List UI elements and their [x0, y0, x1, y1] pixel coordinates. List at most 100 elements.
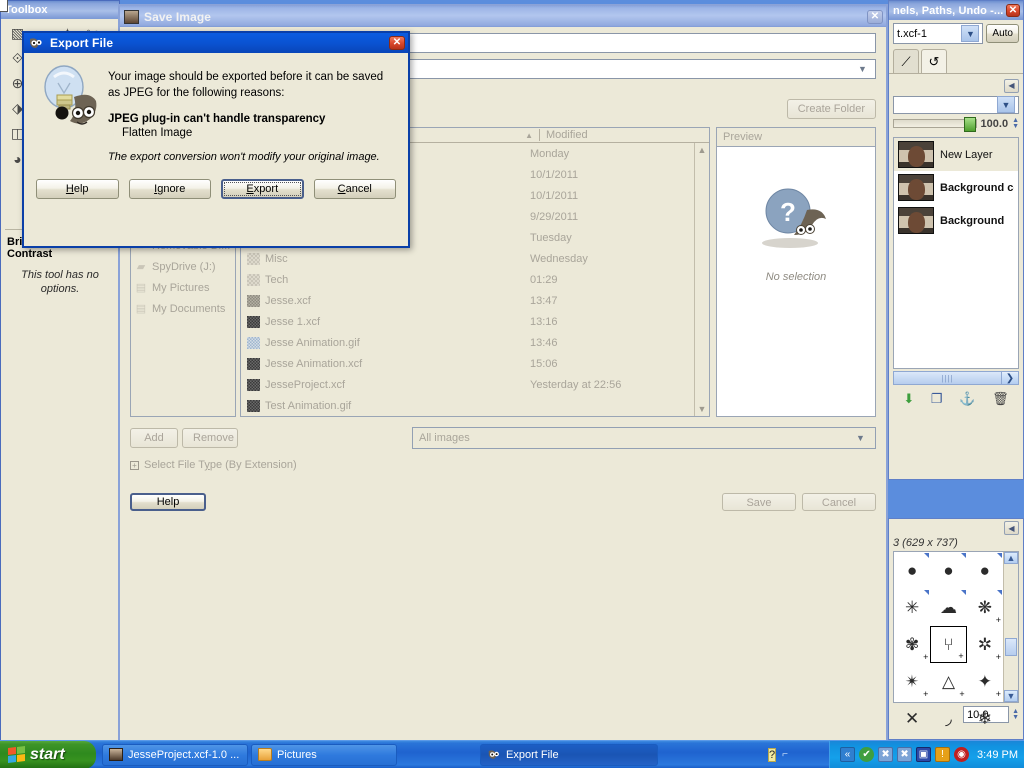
remove-bookmark-button[interactable]: Remove — [182, 428, 238, 448]
list-item[interactable]: Background — [894, 204, 1018, 237]
opacity-slider-knob[interactable] — [963, 117, 976, 132]
brush-item[interactable]: ● — [967, 552, 1003, 589]
select-file-type-label: Select File Type (By Extension) — [144, 459, 297, 471]
brush-item[interactable]: + ❋ — [967, 589, 1003, 626]
collapse-icon[interactable]: ◀ — [1004, 521, 1019, 535]
layers-dock-close-button[interactable]: ✕ — [1006, 4, 1020, 17]
lower-layer-button[interactable]: ⬇ — [903, 391, 914, 407]
export-help-button[interactable]: Help — [36, 179, 119, 199]
brush-item[interactable]: ● — [894, 552, 930, 589]
update-tray-icon[interactable]: ! — [935, 747, 951, 762]
taskbar-item[interactable]: Pictures — [251, 743, 397, 766]
table-row[interactable]: Jesse Animation.xcf 15:06 — [241, 353, 694, 374]
help-button[interactable]: Help — [130, 493, 206, 511]
help-tray-icon[interactable]: ? — [768, 747, 777, 762]
chevron-down-icon[interactable]: ▼ — [854, 60, 871, 78]
auto-button[interactable]: Auto — [986, 24, 1019, 43]
image-selector-combo[interactable]: t.xcf-1 ▼ — [893, 23, 984, 44]
save-image-close-button[interactable]: ✕ — [867, 9, 883, 24]
table-row[interactable]: Jesse 1.xcf 13:16 — [241, 311, 694, 332]
table-row[interactable]: Tech 01:29 — [241, 269, 694, 290]
export-cancel-button[interactable]: Cancel — [313, 179, 396, 199]
export-dialog-close-button[interactable]: ✕ — [389, 36, 405, 50]
file-name: Jesse Animation.xcf — [265, 357, 363, 370]
network-disconnected-icon-2[interactable]: ✖ — [897, 747, 913, 762]
dock-color-swatch-white[interactable] — [0, 0, 8, 12]
brush-item-selected[interactable]: + ⑂ — [930, 626, 967, 663]
monitor-tray-icon[interactable]: ▣ — [916, 747, 932, 762]
save-button[interactable]: Save — [722, 493, 796, 511]
scroll-right-icon[interactable]: ❯ — [1002, 372, 1018, 384]
blend-mode-combo[interactable]: ▼ — [893, 95, 1019, 114]
list-item[interactable]: Background copy — [894, 171, 1018, 204]
brush-item[interactable]: ✕ — [894, 700, 930, 737]
chevron-down-icon[interactable]: ▼ — [997, 96, 1015, 113]
scroll-down-icon[interactable]: ▼ — [1004, 690, 1018, 702]
place-item[interactable]: ▤ My Documents — [131, 298, 235, 319]
brush-item[interactable]: ✳ — [894, 589, 930, 626]
tray-expand-icon[interactable]: ⌐ — [782, 749, 788, 760]
taskbar-item-active[interactable]: Export File — [480, 743, 658, 766]
tab-paths[interactable]: ⟋ — [893, 49, 919, 73]
table-row[interactable]: JesseProject.xcf Yesterday at 22:56 — [241, 374, 694, 395]
layers-dock-titlebar[interactable]: nels, Paths, Undo -... ✕ — [889, 1, 1023, 20]
shield-tray-icon[interactable]: ✔ — [859, 747, 875, 762]
brush-item[interactable]: + ✾ — [894, 626, 930, 663]
security-tray-icon[interactable]: ◉ — [954, 747, 970, 762]
column-header-modified[interactable]: Modified — [539, 129, 709, 141]
brush-size-spinner[interactable]: ▲ ▼ — [1012, 708, 1019, 721]
table-row[interactable]: Misc Wednesday — [241, 248, 694, 269]
taskbar-item[interactable]: JesseProject.xcf-1.0 ... — [102, 743, 248, 766]
brush-item[interactable]: ❄ — [967, 700, 1003, 737]
collapse-icon[interactable]: ◀ — [1004, 78, 1019, 93]
export-ignore-button[interactable]: Ignore — [128, 179, 211, 199]
brush-item[interactable]: ● — [930, 552, 966, 589]
brush-item[interactable]: ☁ — [930, 589, 966, 626]
list-item[interactable]: New Layer — [894, 138, 1018, 171]
brush-item[interactable]: ◞ — [930, 700, 966, 737]
save-image-titlebar[interactable]: Save Image ✕ — [120, 6, 886, 27]
table-row[interactable]: Jesse.xcf 13:47 — [241, 290, 694, 311]
scroll-up-icon[interactable]: ▲ — [698, 145, 707, 155]
brush-item[interactable]: + ✴ — [894, 663, 930, 700]
create-folder-button[interactable]: Create Folder — [786, 99, 876, 119]
scroll-down-icon[interactable]: ▼ — [698, 404, 707, 414]
place-item[interactable]: ▤ My Pictures — [131, 277, 235, 298]
file-type-filter-combo[interactable]: All images ▼ — [412, 427, 876, 449]
export-dialog-titlebar[interactable]: Export File ✕ — [24, 33, 408, 53]
opacity-slider[interactable] — [893, 117, 977, 132]
layer-list-hscrollbar[interactable]: |||| ❯ — [893, 371, 1019, 385]
export-export-button[interactable]: Export — [221, 179, 304, 199]
chevron-down-icon[interactable]: ▼ — [961, 25, 980, 42]
select-file-type-expander[interactable]: + Select File Type (By Extension) — [130, 459, 876, 471]
brush-item[interactable]: + ✦ — [967, 663, 1003, 700]
delete-layer-button[interactable]: 🗑 — [992, 391, 1009, 407]
brush-item[interactable]: + ✲ — [967, 626, 1003, 663]
table-row[interactable]: Test Animation.gif — [241, 395, 694, 416]
layer-list[interactable]: New Layer Background copy Background — [893, 137, 1019, 369]
duplicate-layer-button[interactable]: ❐ — [931, 391, 943, 407]
file-name: Jesse Animation.gif — [265, 336, 360, 349]
file-list-scrollbar[interactable]: ▲ ▼ — [694, 143, 709, 416]
brush-grid[interactable]: ● ● ● ✳ ☁ + ❋ + ✾ + ⑂ + ✲ + ✴ + △ + ✦ ✕ ◞ ❄ — [894, 552, 1003, 728]
show-hidden-icons-button[interactable]: « — [840, 747, 856, 762]
taskbar-item-label: JesseProject.xcf-1.0 ... — [128, 748, 240, 761]
opacity-spinner[interactable]: ▲ ▼ — [1012, 117, 1019, 130]
add-bookmark-button[interactable]: Add — [130, 428, 178, 448]
expander-plus-icon[interactable]: + — [130, 460, 139, 470]
brush-item[interactable]: + △ — [930, 663, 966, 700]
cancel-button[interactable]: Cancel — [802, 493, 876, 511]
tab-undo-history[interactable]: ↺ — [921, 49, 947, 73]
hscrollbar-thumb[interactable]: |||| — [894, 372, 1002, 384]
start-button[interactable]: start — [0, 740, 96, 768]
network-disconnected-icon[interactable]: ✖ — [878, 747, 894, 762]
layer-name: New Layer — [940, 148, 993, 161]
scroll-up-icon[interactable]: ▲ — [1004, 552, 1018, 564]
xcf-file-icon — [247, 315, 260, 328]
anchor-layer-button[interactable]: ⚓ — [959, 391, 975, 407]
chevron-down-icon[interactable]: ▼ — [852, 428, 869, 448]
table-row[interactable]: Jesse Animation.gif 13:46 — [241, 332, 694, 353]
scrollbar-thumb[interactable] — [1005, 638, 1017, 656]
place-item[interactable]: ▰ SpyDrive (J:) — [131, 256, 235, 277]
brush-grid-scrollbar[interactable]: ▲ ▼ — [1003, 552, 1018, 702]
